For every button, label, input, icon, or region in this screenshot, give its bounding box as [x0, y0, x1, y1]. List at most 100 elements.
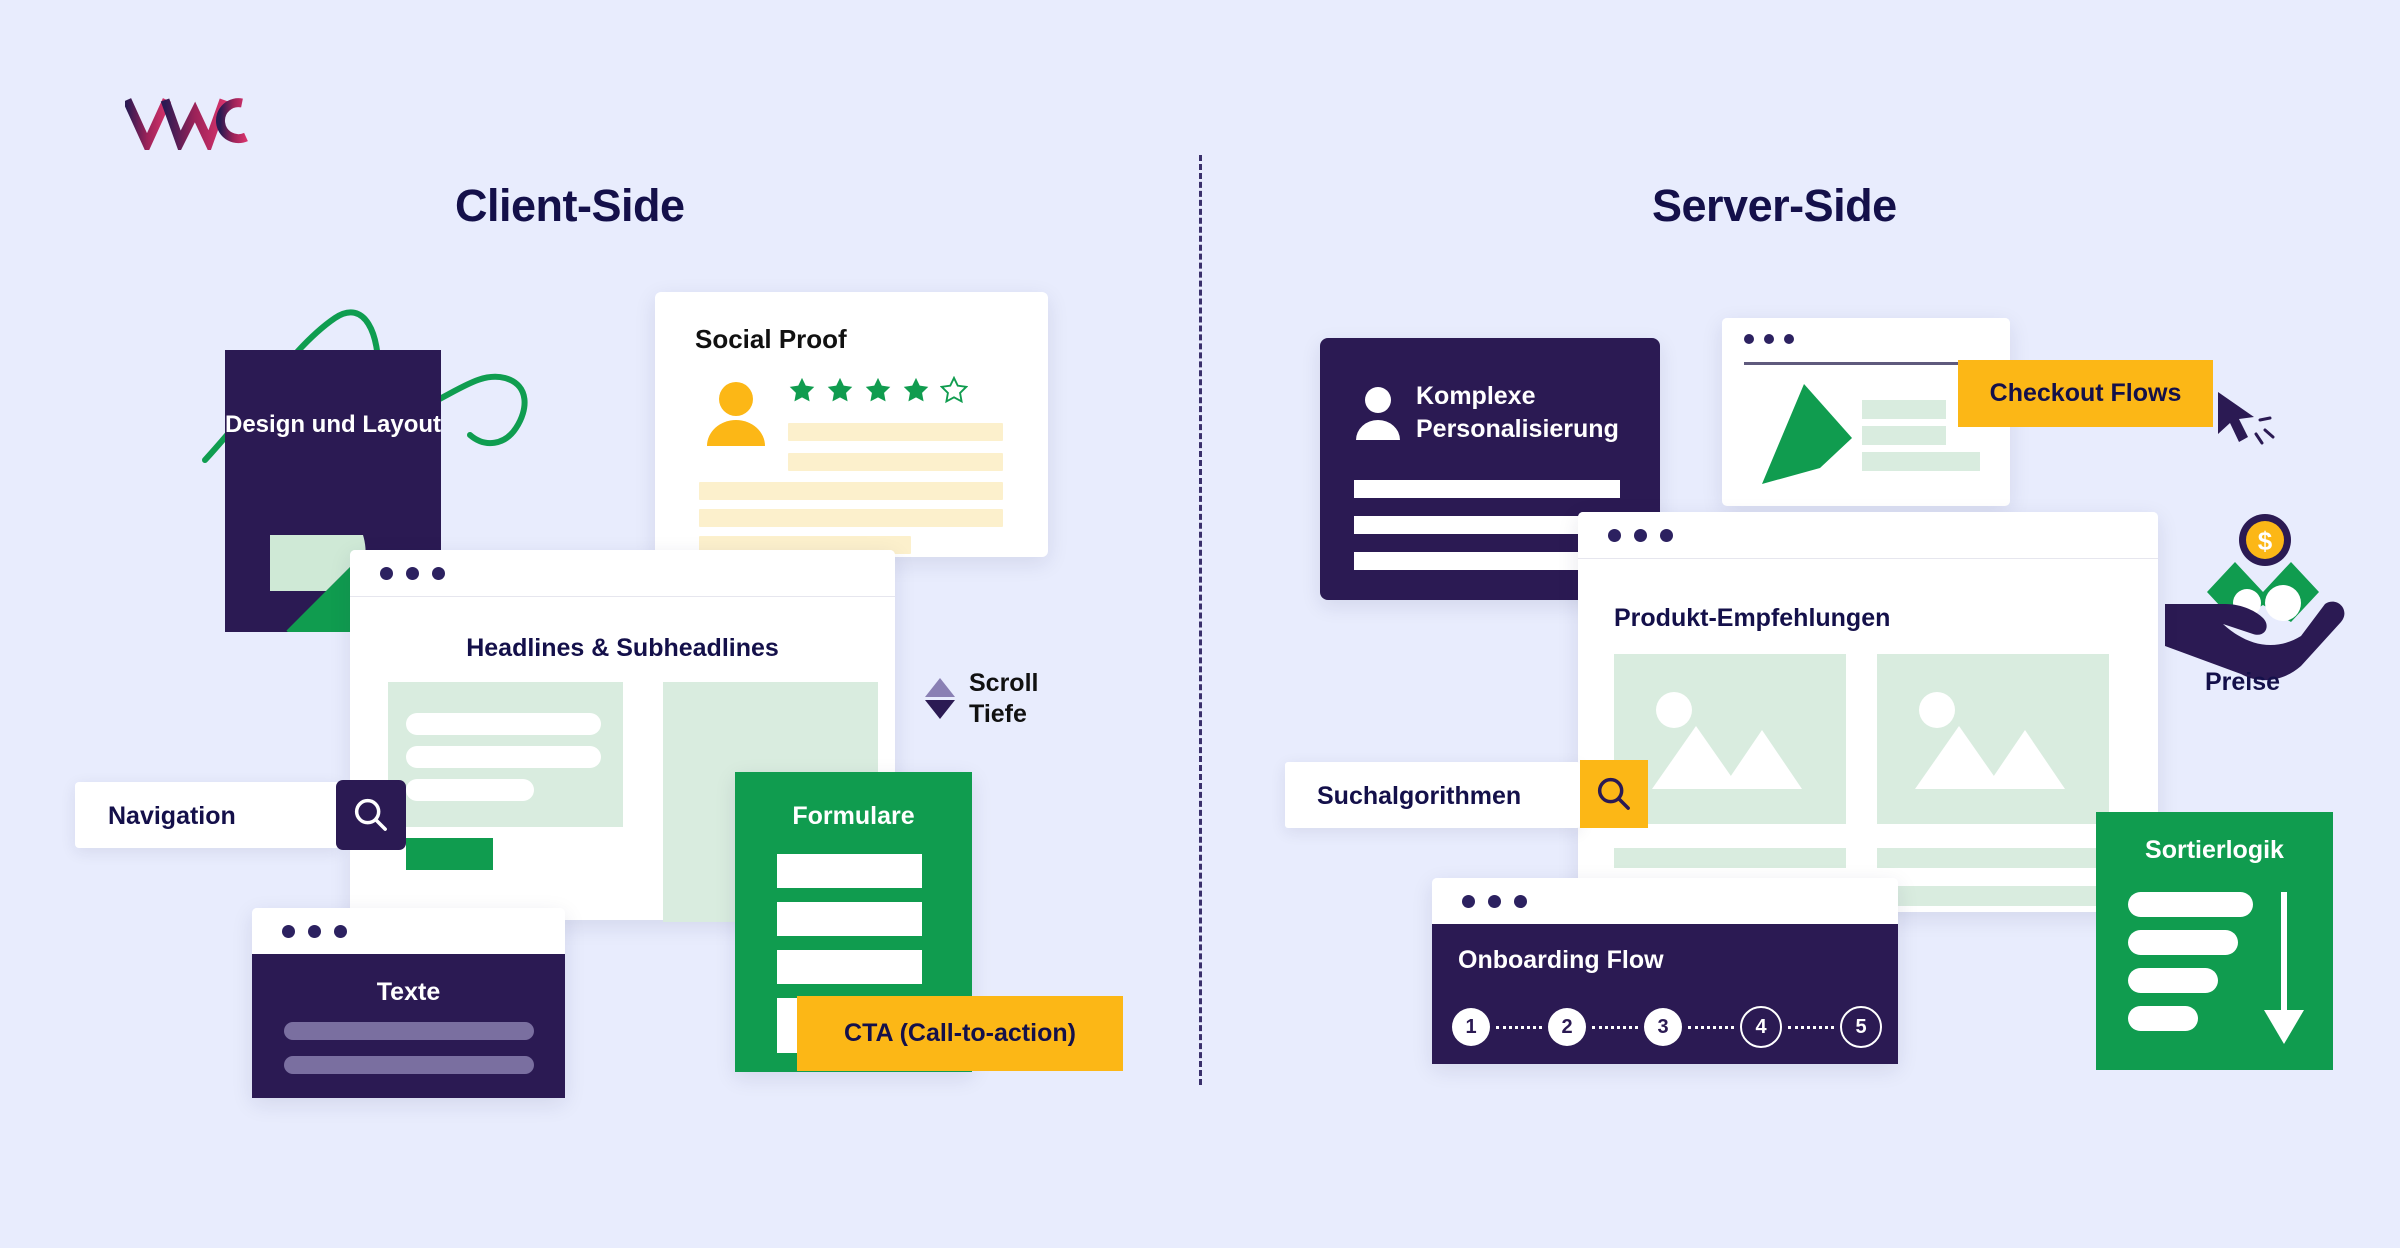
window-dot-icon	[1462, 894, 1475, 908]
search-icon	[1597, 777, 1630, 810]
social-proof-card: Social Proof	[655, 292, 1048, 557]
step-number: 5	[1855, 1015, 1867, 1038]
onboarding-body: Onboarding Flow 1 2 3 4 5	[1432, 924, 1898, 1064]
sort-line	[2128, 930, 2238, 955]
form-field[interactable]	[777, 950, 922, 984]
placeholder-line	[406, 713, 601, 735]
green-check-icon	[1762, 384, 1852, 484]
content-line	[1862, 426, 1946, 445]
formulare-title: Formulare	[792, 802, 915, 830]
user-avatar-icon	[707, 382, 765, 446]
suchalgorithmen-search-button[interactable]	[1580, 760, 1648, 828]
vwo-logo	[122, 92, 285, 155]
column-divider	[1199, 155, 1202, 1085]
image-placeholder-icon	[1915, 692, 2065, 789]
window-divider	[350, 596, 895, 597]
onboarding-step[interactable]: 2	[1548, 1008, 1586, 1046]
navigation-label: Navigation	[108, 802, 236, 830]
step-number: 3	[1657, 1015, 1669, 1038]
checkout-flows-badge[interactable]: Checkout Flows	[1958, 360, 2213, 427]
star-icon	[903, 377, 929, 402]
social-proof-text-line	[699, 509, 1003, 527]
product-text-line	[1877, 848, 2109, 868]
placeholder-line	[406, 746, 601, 768]
window-titlebar	[1432, 878, 1898, 924]
content-line	[1862, 400, 1946, 419]
star-icon	[827, 377, 853, 402]
cta-button[interactable]: CTA (Call-to-action)	[797, 996, 1123, 1071]
accent-bar	[406, 838, 493, 870]
onboarding-steps: 1 2 3 4 5	[1452, 1006, 1882, 1048]
personalisierung-title: Komplexe Personalisierung	[1416, 380, 1619, 445]
image-placeholder-icon	[1652, 692, 1802, 789]
personalisierung-line1: Komplexe	[1416, 382, 1536, 410]
window-dot-icon	[406, 566, 419, 580]
produkt-window: Produkt-Empfehlungen	[1578, 512, 2158, 912]
step-connector	[1592, 1025, 1638, 1029]
window-dot-icon	[380, 566, 393, 580]
navigation-search-button[interactable]	[336, 780, 406, 850]
form-field[interactable]	[777, 854, 922, 888]
svg-text:$: $	[2258, 526, 2273, 556]
placeholder-line	[406, 779, 534, 801]
onboarding-step[interactable]: 5	[1840, 1006, 1882, 1048]
window-dot-icon	[1488, 894, 1501, 908]
step-connector	[1788, 1025, 1834, 1029]
person-icon	[1356, 387, 1400, 440]
infographic-canvas: Client-Side Server-Side Design und Layou…	[0, 0, 2400, 1248]
onboarding-step[interactable]: 4	[1740, 1006, 1782, 1048]
navigation-pill[interactable]: Navigation	[75, 782, 340, 848]
content-bar	[1354, 480, 1620, 498]
onboarding-step[interactable]: 3	[1644, 1008, 1682, 1046]
triangle-down-icon	[925, 700, 955, 719]
cta-label: CTA (Call-to-action)	[844, 1019, 1076, 1047]
mouse-cursor-icon	[2218, 392, 2275, 445]
page-title-server: Server-Side	[1652, 180, 1897, 231]
page-title-client: Client-Side	[455, 180, 685, 231]
headlines-title: Headlines & Subheadlines	[466, 634, 779, 662]
star-outline-icon	[940, 376, 968, 404]
product-image-placeholder	[1877, 654, 2109, 824]
window-dot-icon	[308, 924, 321, 938]
search-icon	[354, 798, 387, 831]
scroll-depth-line2: Tiefe	[969, 699, 1027, 728]
window-dot-icon	[1744, 334, 1754, 344]
text-placeholder-line	[284, 1056, 534, 1074]
scroll-arrows	[925, 678, 955, 719]
star-icon	[789, 377, 815, 402]
social-proof-text-line	[699, 482, 1003, 500]
sortierlogik-title: Sortierlogik	[2145, 836, 2284, 864]
scroll-depth-line1: Scroll	[969, 669, 1039, 697]
texte-window: Texte	[252, 908, 565, 1098]
form-field[interactable]	[777, 902, 922, 936]
preise-label: Preise	[2205, 668, 2281, 696]
onboarding-step[interactable]: 1	[1452, 1008, 1490, 1046]
texte-title: Texte	[376, 978, 441, 1006]
window-dot-icon	[1764, 334, 1774, 344]
window-divider	[1578, 558, 2158, 559]
step-connector	[1496, 1025, 1542, 1029]
sortierlogik-card: Sortierlogik	[2096, 812, 2333, 1070]
suchalgorithmen-label: Suchalgorithmen	[1317, 782, 1522, 810]
window-titlebar	[1578, 512, 2158, 558]
step-connector	[1688, 1025, 1734, 1029]
texte-body: Texte	[252, 954, 565, 1098]
star-rating	[788, 376, 968, 404]
sort-line	[2128, 892, 2253, 917]
sort-line	[2128, 968, 2218, 993]
product-text-line	[1877, 886, 2109, 906]
window-titlebar	[1722, 318, 2010, 360]
social-proof-title: Social Proof	[695, 324, 847, 354]
sort-line	[2128, 1006, 2198, 1031]
product-image-placeholder	[1614, 654, 1846, 824]
step-number: 2	[1561, 1015, 1573, 1038]
suchalgorithmen-pill[interactable]: Suchalgorithmen	[1285, 762, 1580, 828]
window-dot-icon	[1634, 528, 1647, 542]
step-number: 1	[1465, 1015, 1477, 1038]
window-titlebar	[252, 908, 565, 954]
window-dot-icon	[432, 566, 445, 580]
onboarding-title: Onboarding Flow	[1458, 946, 1664, 974]
window-titlebar	[350, 550, 895, 596]
triangle-up-icon	[925, 678, 955, 697]
window-dot-icon	[1660, 528, 1673, 542]
